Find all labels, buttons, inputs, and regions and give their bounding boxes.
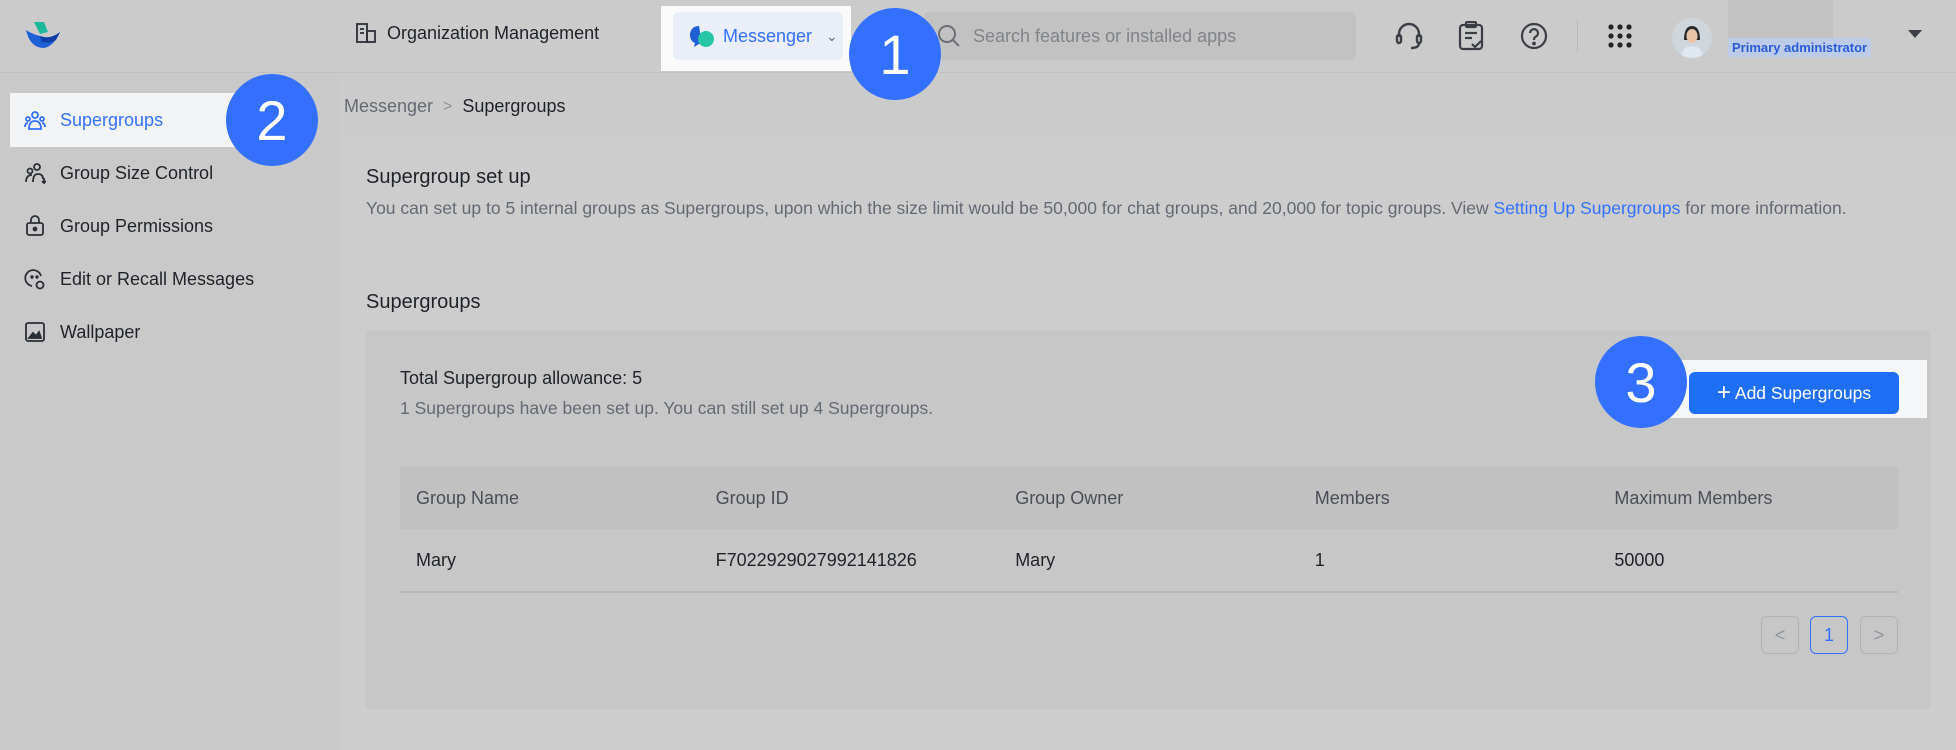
column-header: Group Owner bbox=[1015, 487, 1124, 508]
app-logo-icon[interactable] bbox=[22, 18, 62, 52]
app-grid-icon[interactable] bbox=[1604, 20, 1636, 52]
pagination-next-button[interactable]: > bbox=[1860, 616, 1898, 654]
search-icon bbox=[938, 25, 960, 47]
column-header: Maximum Members bbox=[1614, 487, 1773, 508]
lock-bag-icon bbox=[26, 215, 44, 236]
setup-desc-text-end: for more information. bbox=[1680, 198, 1847, 218]
pagination-page-button[interactable]: 1 bbox=[1810, 616, 1848, 654]
sidebar-item-supergroups[interactable]: Supergroups bbox=[10, 93, 242, 147]
user-name-redacted bbox=[1728, 0, 1833, 40]
page-number: 1 bbox=[1823, 624, 1834, 645]
table-row[interactable]: Mary F7022929027992141826 Mary 1 50000 bbox=[400, 529, 1898, 593]
organization-management-label: Organization Management bbox=[387, 22, 600, 43]
add-supergroups-button[interactable]: + Add Supergroups bbox=[1689, 372, 1899, 414]
allowance-title: Total Supergroup allowance: 5 bbox=[400, 368, 643, 388]
message-recall-icon bbox=[24, 269, 45, 290]
annotation-badge-2: 2 bbox=[226, 74, 318, 166]
help-icon[interactable] bbox=[1518, 20, 1550, 52]
column-header: Group Name bbox=[416, 487, 520, 508]
chevron-down-icon: ⌄ bbox=[826, 27, 838, 44]
breadcrumb: Messenger > Supergroups bbox=[344, 96, 565, 117]
caret-down-icon[interactable] bbox=[1908, 30, 1922, 38]
app-switcher-label: Messenger bbox=[723, 25, 813, 46]
add-supergroups-label: Add Supergroups bbox=[1734, 382, 1872, 403]
top-header: Organization Management Messenger ⌄ Sear… bbox=[0, 0, 1956, 73]
chevron-right-icon: > bbox=[443, 97, 453, 115]
allowance-status: 1 Supergroups have been set up. You can … bbox=[400, 398, 934, 418]
setup-title: Supergroup set up bbox=[366, 166, 531, 188]
sidebar: Supergroups Group Size Control Group Per… bbox=[0, 74, 338, 750]
cell-group-name: Mary bbox=[416, 549, 456, 570]
image-icon bbox=[25, 322, 45, 342]
sidebar-item-label: Wallpaper bbox=[60, 321, 141, 342]
header-divider bbox=[1577, 20, 1578, 52]
sidebar-item-wallpaper[interactable]: Wallpaper bbox=[10, 305, 310, 359]
setting-up-supergroups-link[interactable]: Setting Up Supergroups bbox=[1494, 198, 1681, 218]
annotation-badge-3: 3 bbox=[1595, 336, 1687, 428]
chevron-right-icon: > bbox=[1873, 624, 1885, 645]
plus-icon: + bbox=[1716, 379, 1731, 406]
group-icon bbox=[24, 111, 46, 130]
sidebar-item-label: Group Size Control bbox=[60, 162, 214, 183]
sidebar-item-group-permissions[interactable]: Group Permissions bbox=[10, 199, 310, 253]
breadcrumb-current: Supergroups bbox=[462, 96, 566, 116]
app-switcher-messenger[interactable]: Messenger ⌄ bbox=[673, 12, 843, 60]
search-placeholder: Search features or installed apps bbox=[973, 25, 1237, 46]
column-header: Group ID bbox=[715, 487, 789, 508]
group-size-icon bbox=[25, 163, 46, 184]
organization-management-link[interactable]: Organization Management bbox=[355, 22, 599, 44]
messenger-bubble-icon bbox=[690, 26, 714, 47]
breadcrumb-parent[interactable]: Messenger bbox=[344, 96, 433, 117]
user-avatar[interactable] bbox=[1672, 18, 1712, 58]
user-role-badge: Primary administrator bbox=[1728, 38, 1872, 57]
building-icon bbox=[356, 23, 376, 43]
checklist-icon[interactable] bbox=[1455, 20, 1487, 52]
supergroups-table: Group Name Group ID Group Owner Members … bbox=[400, 467, 1898, 593]
pagination-prev-button[interactable]: < bbox=[1761, 616, 1799, 654]
cell-group-owner: Mary bbox=[1015, 549, 1056, 570]
cell-members: 1 bbox=[1314, 549, 1325, 570]
sidebar-item-label: Edit or Recall Messages bbox=[60, 268, 255, 289]
sidebar-item-label: Supergroups bbox=[60, 109, 164, 130]
cell-group-id: F7022929027992141826 bbox=[715, 549, 917, 570]
table-header: Group Name Group ID Group Owner Members … bbox=[400, 467, 1898, 529]
setup-desc-text: You can set up to 5 internal groups as S… bbox=[366, 198, 1494, 218]
annotation-badge-1: 1 bbox=[849, 8, 941, 100]
chevron-left-icon: < bbox=[1774, 624, 1786, 645]
search-input[interactable]: Search features or installed apps bbox=[923, 12, 1356, 60]
sidebar-item-edit-or-recall-messages[interactable]: Edit or Recall Messages bbox=[10, 252, 310, 306]
setup-description: You can set up to 5 internal groups as S… bbox=[366, 193, 1906, 223]
headset-icon[interactable] bbox=[1393, 20, 1425, 52]
column-header: Members bbox=[1314, 487, 1390, 508]
cell-maximum-members: 50000 bbox=[1614, 549, 1665, 570]
supergroups-section-title: Supergroups bbox=[366, 291, 481, 313]
sidebar-item-label: Group Permissions bbox=[60, 215, 214, 236]
